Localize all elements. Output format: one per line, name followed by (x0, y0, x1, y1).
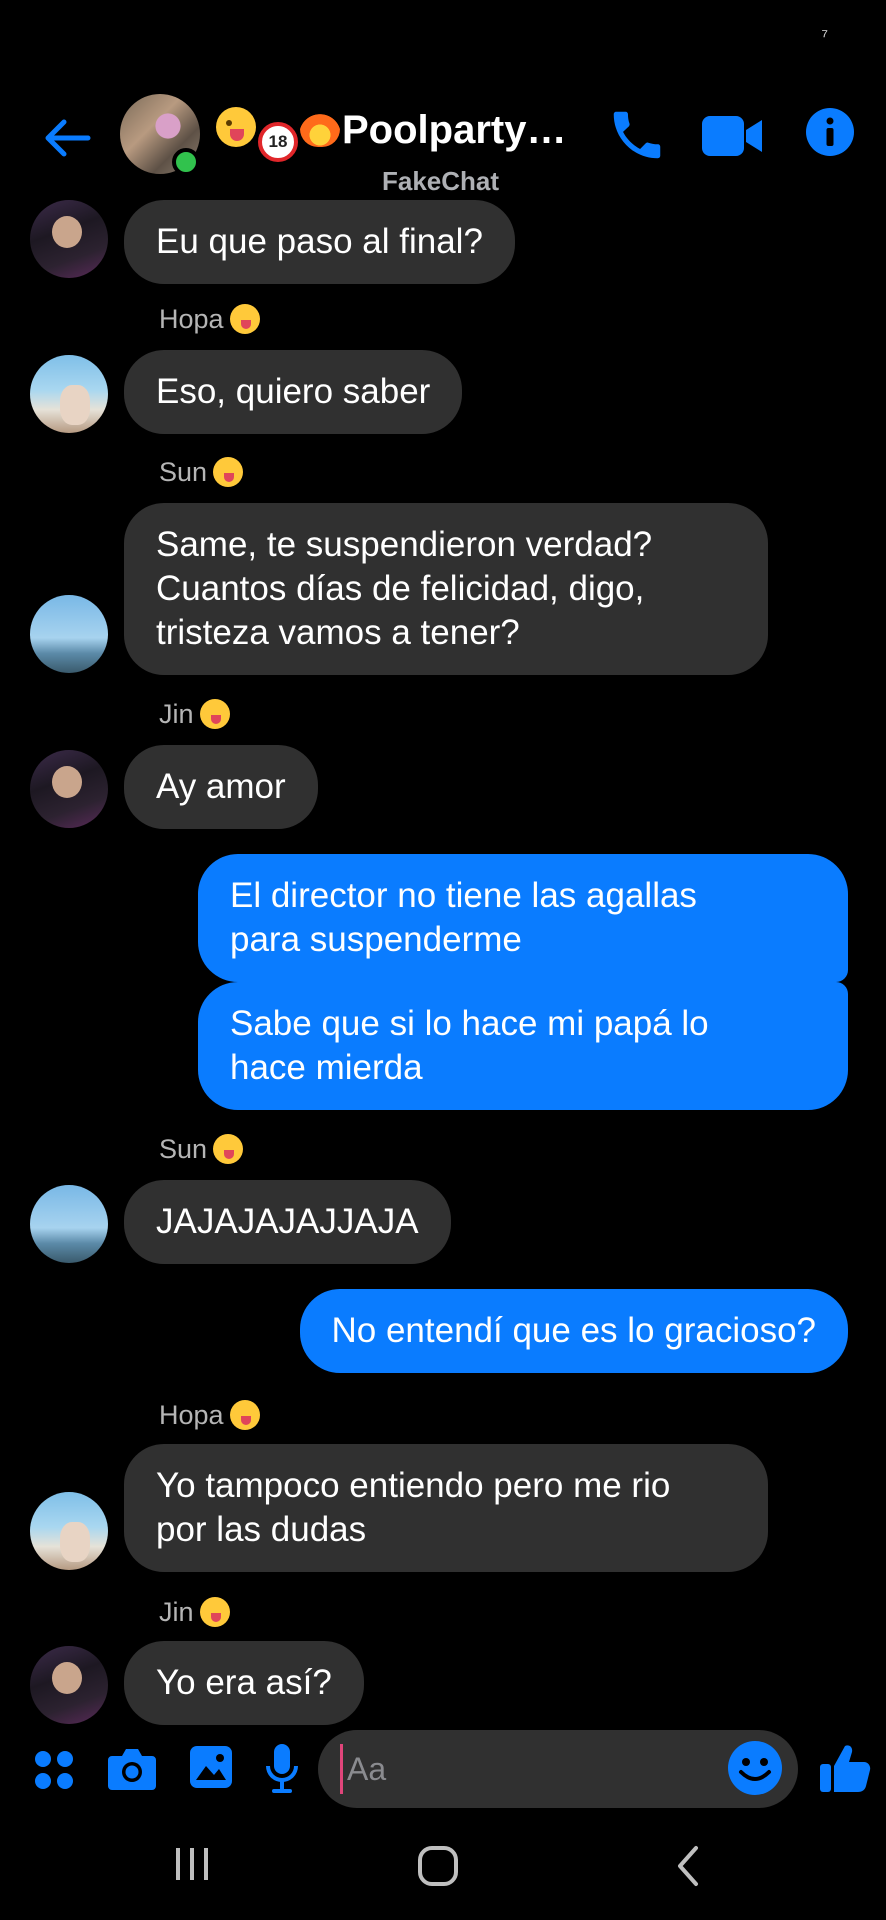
group-name: Poolparty… (342, 107, 567, 152)
fire-emoji-icon (300, 107, 340, 147)
like-icon[interactable] (818, 1742, 872, 1796)
back-arrow-icon[interactable] (40, 110, 96, 166)
sender-label: Jin (159, 699, 194, 729)
sender-name: Jin (159, 699, 230, 730)
message-text-line: hace mierda (230, 1048, 423, 1087)
avatar-hopa[interactable] (30, 355, 108, 433)
subtitle-watermark: FakeChat (382, 166, 500, 196)
message-bubble-incoming[interactable]: JAJAJAJAJJAJA (124, 1180, 451, 1264)
message-bubble-outgoing[interactable]: No entendí que es lo gracioso? (299, 1289, 848, 1373)
chat-header: 18 Poolparty… FakeChat (0, 80, 886, 200)
message-text-line: Sabe que si lo hace mi papá lo (230, 1004, 709, 1043)
message-text-line: Cuantos días de felicidad, digo, (156, 569, 645, 608)
message-bubble-incoming[interactable]: Eso, quiero saber (124, 350, 463, 434)
sender-name: Jin (159, 1597, 230, 1628)
avatar-jin[interactable] (30, 750, 108, 828)
sender-label: Hopa (159, 304, 224, 334)
message-composer (0, 1730, 886, 1810)
avatar-sun[interactable] (30, 595, 108, 673)
wink-tongue-emoji-icon (199, 1597, 230, 1627)
sender-name: Sun (159, 1134, 244, 1165)
sender-name: Hopa (159, 304, 260, 335)
system-nav-bar (0, 1810, 886, 1920)
wink-tongue-emoji-icon (216, 107, 256, 147)
apps-icon[interactable] (32, 1748, 76, 1792)
message-text: JAJAJAJAJJAJA (156, 1202, 419, 1241)
video-call-icon[interactable] (700, 106, 764, 166)
message-list[interactable]: Eu que paso al final? Hopa Eso, quiero s… (0, 200, 886, 1730)
message-text: Ay amor (156, 767, 286, 806)
message-text-line: Same, te suspendieron verdad? (156, 525, 653, 564)
avatar-jin[interactable] (30, 200, 108, 278)
sender-label: Jin (159, 1597, 194, 1627)
online-status-dot (172, 148, 200, 176)
message-text: Yo era así? (156, 1663, 332, 1702)
avatar-jin[interactable] (30, 1646, 108, 1724)
status-glyph: ⁷ (821, 26, 828, 46)
message-text-line: por las dudas (156, 1510, 367, 1549)
home-icon[interactable] (416, 1844, 460, 1888)
message-text-line: tristeza vamos a tener? (156, 613, 520, 652)
message-bubble-incoming[interactable]: Eu que paso al final? (124, 200, 515, 284)
message-text: Eu que paso al final? (156, 222, 483, 261)
sender-name: Hopa (159, 1400, 260, 1431)
message-text-line: El director no tiene las agallas (230, 876, 697, 915)
back-icon[interactable] (672, 1844, 704, 1888)
message-bubble-incoming[interactable]: Yo tampoco entiendo pero me rio por las … (124, 1444, 768, 1572)
camera-icon[interactable] (106, 1746, 158, 1792)
sender-label: Sun (159, 1134, 208, 1164)
wink-tongue-emoji-icon (229, 1400, 260, 1430)
emoji-icon[interactable] (726, 1739, 784, 1797)
wink-tongue-emoji-icon (229, 304, 260, 334)
recent-apps-icon[interactable] (170, 1844, 214, 1884)
wink-tongue-emoji-icon (199, 699, 230, 729)
sender-label: Sun (159, 457, 208, 487)
message-input-container[interactable] (318, 1730, 798, 1808)
sender-name: Sun (159, 457, 244, 488)
message-bubble-outgoing[interactable]: El director no tiene las agallas para su… (198, 854, 848, 982)
wink-tongue-emoji-icon (213, 1134, 244, 1164)
message-bubble-incoming[interactable]: Yo era así? (124, 1641, 364, 1725)
group-title[interactable]: 18 Poolparty… (216, 106, 566, 162)
status-bar: ⁷ (0, 0, 886, 80)
message-bubble-incoming[interactable]: Same, te suspendieron verdad? Cuantos dí… (124, 503, 768, 675)
message-text-line: para suspenderme (230, 920, 522, 959)
avatar-hopa[interactable] (30, 1492, 108, 1570)
wink-tongue-emoji-icon (213, 457, 244, 487)
info-icon[interactable] (804, 106, 856, 158)
avatar-sun[interactable] (30, 1185, 108, 1263)
message-text-line: Yo tampoco entiendo pero me rio (156, 1466, 671, 1505)
message-text: No entendí que es lo gracioso? (331, 1311, 817, 1350)
message-input[interactable] (340, 1744, 720, 1794)
phone-call-icon[interactable] (606, 104, 668, 166)
sender-label: Hopa (159, 1400, 224, 1430)
message-text: Eso, quiero saber (156, 372, 431, 411)
no-under-18-emoji-icon: 18 (258, 122, 298, 162)
microphone-icon[interactable] (264, 1742, 300, 1796)
message-bubble-incoming[interactable]: Ay amor (124, 745, 318, 829)
gallery-icon[interactable] (188, 1744, 234, 1790)
message-bubble-outgoing[interactable]: Sabe que si lo hace mi papá lo hace mier… (198, 982, 848, 1110)
